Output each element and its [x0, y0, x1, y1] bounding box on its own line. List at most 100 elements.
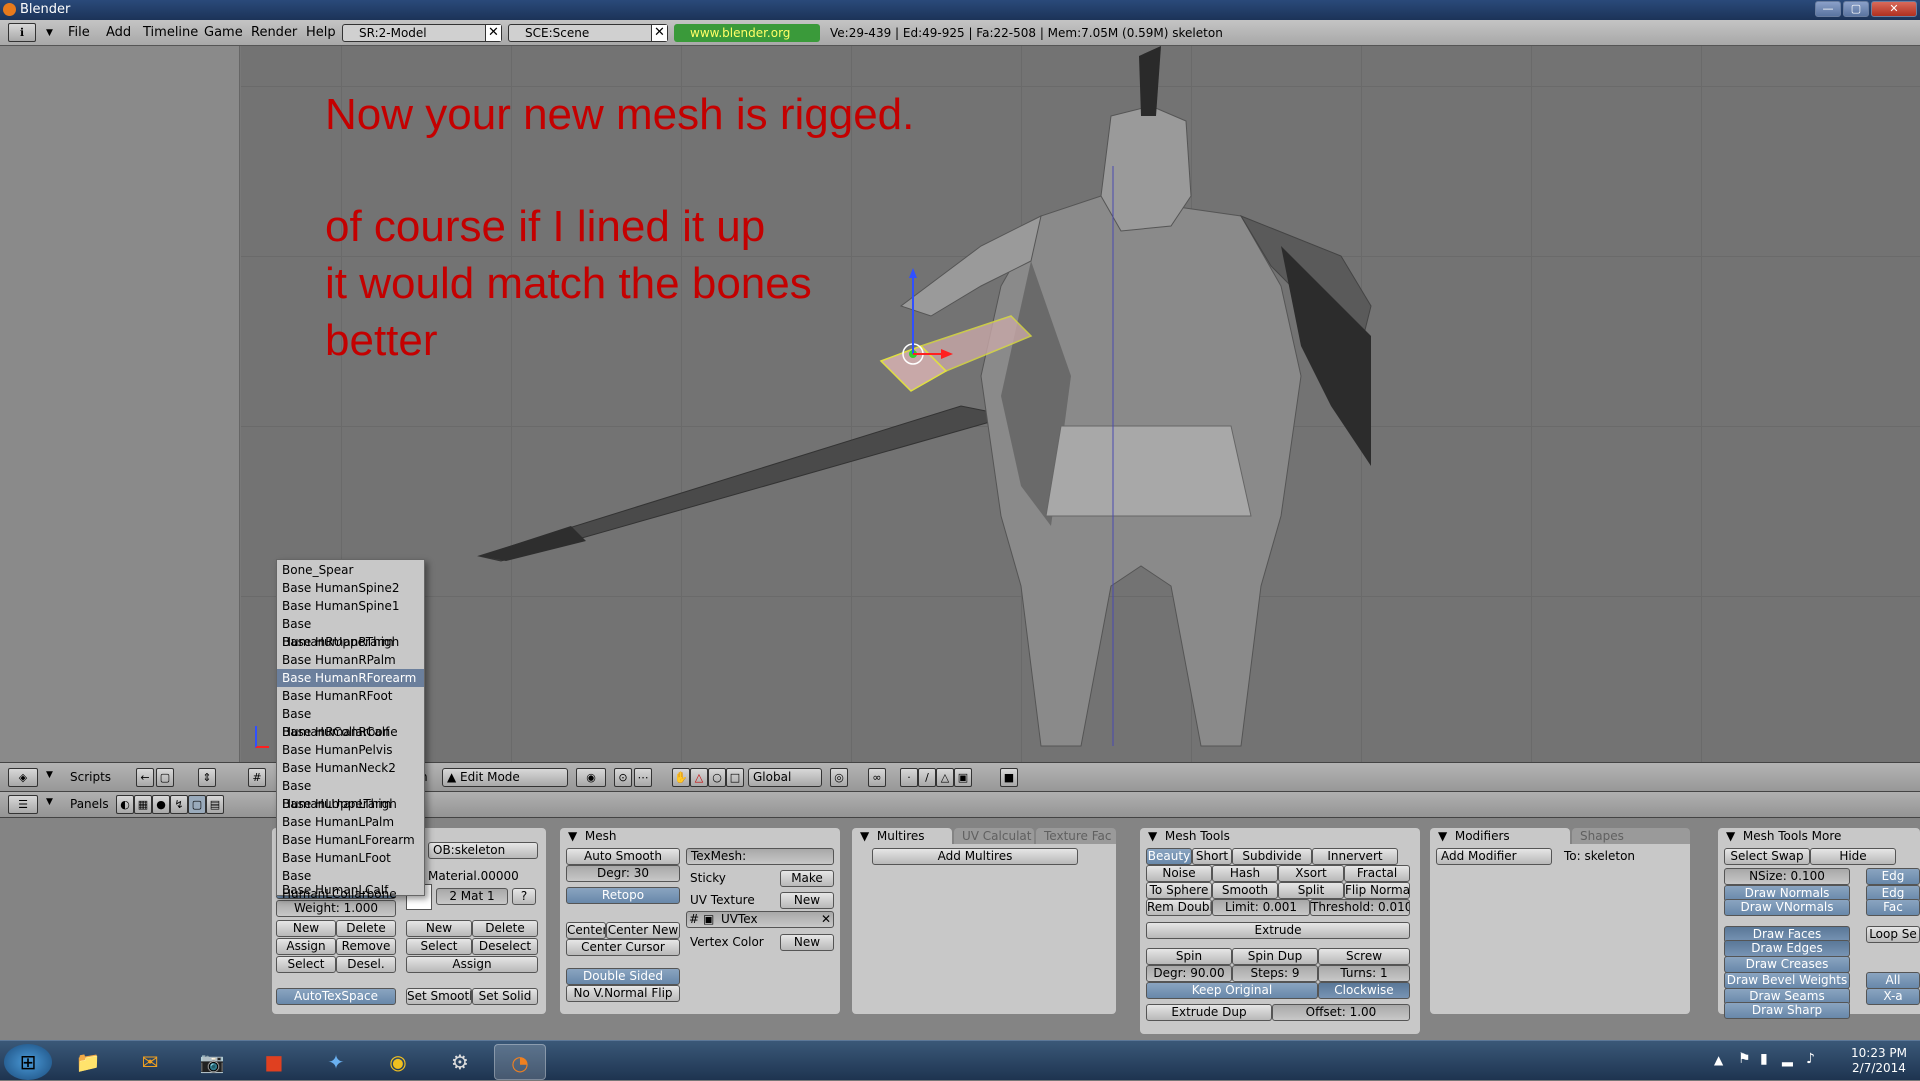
- collapse-triangle-icon[interactable]: ▼: [46, 20, 53, 46]
- window-icon[interactable]: ▢: [156, 768, 174, 787]
- dropdown-item[interactable]: Base HumanRCollarbone: [277, 705, 424, 739]
- draw-edge-length-toggle[interactable]: Edg: [1866, 868, 1920, 885]
- spin-degree-field[interactable]: Degr: 90.00: [1146, 965, 1232, 982]
- panels-menu[interactable]: Panels: [70, 797, 109, 811]
- screen-selector[interactable]: SR:2-Model ✕: [342, 24, 502, 42]
- shapes-tab[interactable]: Shapes: [1572, 828, 1690, 844]
- collapse-triangle-icon[interactable]: ▼: [46, 797, 53, 807]
- multires-tab[interactable]: ▼ Multires: [852, 828, 952, 844]
- rotate-icon[interactable]: ○: [708, 768, 726, 787]
- spin-dup-button[interactable]: Spin Dup: [1232, 948, 1318, 965]
- face-select-icon[interactable]: △: [936, 768, 954, 787]
- object-icon[interactable]: ↯: [170, 795, 188, 814]
- scale-icon[interactable]: □: [726, 768, 744, 787]
- material-index-field[interactable]: 2 Mat 1: [436, 888, 508, 905]
- menu-timeline[interactable]: Timeline: [143, 20, 198, 46]
- dropdown-item[interactable]: Base HumanSpine2: [277, 579, 424, 597]
- x-axis-mirror-toggle[interactable]: X-a: [1866, 988, 1920, 1005]
- dropdown-item[interactable]: Base HumanRThigh: [277, 633, 424, 651]
- dropdown-item[interactable]: Base HumanLUpperarm: [277, 777, 424, 811]
- dropdown-item[interactable]: Base HumanRPalm: [277, 651, 424, 669]
- file-explorer-icon[interactable]: 📁: [62, 1044, 114, 1080]
- innervert-selector[interactable]: Innervert: [1312, 848, 1398, 865]
- draw-edges-toggle[interactable]: Draw Edges: [1724, 940, 1850, 957]
- sticky-make-button[interactable]: Make: [780, 870, 834, 887]
- dropdown-item[interactable]: Base HumanLPalm: [277, 813, 424, 831]
- draw-creases-toggle[interactable]: Draw Creases: [1724, 956, 1850, 973]
- scene-selector[interactable]: SCE:Scene ✕: [508, 24, 668, 42]
- vgroup-deselect-button[interactable]: Desel.: [336, 956, 396, 973]
- screw-button[interactable]: Screw: [1318, 948, 1410, 965]
- dropdown-item[interactable]: Base HumanRCalf: [277, 723, 424, 741]
- material-assign-button[interactable]: Assign: [406, 956, 538, 973]
- mesh-tools-more-tab[interactable]: ▼ Mesh Tools More: [1718, 828, 1920, 844]
- proportional-icon[interactable]: ◎: [830, 768, 848, 787]
- dropdown-item[interactable]: Bone_Spear: [277, 561, 424, 579]
- extrude-button[interactable]: Extrude: [1146, 922, 1410, 939]
- texture-face-tab[interactable]: Texture Fac: [1036, 828, 1116, 844]
- vgroup-assign-button[interactable]: Assign: [276, 938, 336, 955]
- vgroup-delete-button[interactable]: Delete: [336, 920, 396, 937]
- render-icon[interactable]: ■: [1000, 768, 1018, 787]
- dropdown-item[interactable]: Base HumanPelvis: [277, 741, 424, 759]
- menu-game[interactable]: Game: [204, 20, 243, 46]
- hide-button[interactable]: Hide: [1810, 848, 1896, 865]
- flag-icon[interactable]: ⚑: [1738, 1051, 1751, 1067]
- logic-icon[interactable]: ◐: [116, 795, 134, 814]
- draw-vnormals-toggle[interactable]: Draw VNormals: [1724, 899, 1850, 916]
- set-solid-button[interactable]: Set Solid: [472, 988, 538, 1005]
- steps-field[interactable]: Steps: 9: [1232, 965, 1318, 982]
- dropdown-item[interactable]: Base HumanLCalf: [277, 885, 424, 896]
- dropdown-item-highlighted[interactable]: Base HumanRForearm: [277, 669, 424, 687]
- double-sided-toggle[interactable]: Double Sided: [566, 968, 680, 985]
- subdivide-button[interactable]: Subdivide: [1232, 848, 1312, 865]
- dropdown-item[interactable]: Base HumanLForearm: [277, 831, 424, 849]
- extrude-dup-button[interactable]: Extrude Dup: [1146, 1004, 1272, 1021]
- occlude-icon[interactable]: ▣: [954, 768, 972, 787]
- 3d-viewport[interactable]: Now your new mesh is rigged. of course i…: [241, 46, 1920, 762]
- start-button-icon[interactable]: ⊞: [4, 1044, 52, 1080]
- select-swap-button[interactable]: Select Swap: [1724, 848, 1810, 865]
- draw-type-icon[interactable]: ◉: [576, 768, 606, 787]
- remove-uv-icon[interactable]: ✕: [821, 912, 831, 927]
- material-new-button[interactable]: New: [406, 920, 472, 937]
- minimize-button[interactable]: —: [1815, 1, 1841, 17]
- add-multires-button[interactable]: Add Multires: [872, 848, 1078, 865]
- autotexspace-toggle[interactable]: AutoTexSpace: [276, 988, 396, 1005]
- camera-app-icon[interactable]: 📷: [186, 1044, 238, 1080]
- orientation-selector[interactable]: Global: [748, 768, 822, 787]
- menu-add[interactable]: Add: [106, 20, 131, 46]
- uvtex-layer-field[interactable]: UVTex # ▣ ✕: [686, 911, 834, 928]
- center-button[interactable]: Center: [566, 922, 606, 939]
- flip-normal-button[interactable]: Flip Normal: [1344, 882, 1410, 899]
- link-icon[interactable]: ∞: [868, 768, 886, 787]
- close-screen-icon[interactable]: ✕: [485, 25, 501, 41]
- limit-field[interactable]: Limit: 0.001: [1212, 899, 1310, 916]
- xsort-button[interactable]: Xsort: [1278, 865, 1344, 882]
- maximize-button[interactable]: ▢: [1843, 1, 1869, 17]
- outlook-icon[interactable]: ✉: [124, 1044, 176, 1080]
- arrow-left-icon[interactable]: ←: [136, 768, 154, 787]
- smooth-button[interactable]: Smooth: [1212, 882, 1278, 899]
- pivot-icon[interactable]: ⊙: [614, 768, 632, 787]
- vgroup-remove-button[interactable]: Remove: [336, 938, 396, 955]
- tray-arrow-icon[interactable]: ▲: [1714, 1053, 1723, 1067]
- smooth-degree-field[interactable]: Degr: 30: [566, 865, 680, 882]
- bird-app-icon[interactable]: ✦: [310, 1044, 362, 1080]
- uv-calculation-tab[interactable]: UV Calculat: [954, 828, 1034, 844]
- turns-field[interactable]: Turns: 1: [1318, 965, 1410, 982]
- threshold-field[interactable]: Threshold: 0.010: [1310, 899, 1410, 916]
- menu-render[interactable]: Render: [251, 20, 297, 46]
- snap-icon[interactable]: ⋯: [634, 768, 652, 787]
- help-button[interactable]: ?: [512, 888, 536, 905]
- short-toggle[interactable]: Short: [1192, 848, 1232, 865]
- script-icon[interactable]: ▦: [134, 795, 152, 814]
- network-icon[interactable]: ▂: [1782, 1051, 1793, 1067]
- noise-button[interactable]: Noise: [1146, 865, 1212, 882]
- collapse-triangle-icon[interactable]: ▼: [46, 770, 53, 780]
- center-new-button[interactable]: Center New: [606, 922, 680, 939]
- mesh-panel-tab[interactable]: ▼ Mesh: [560, 828, 840, 844]
- material-delete-button[interactable]: Delete: [472, 920, 538, 937]
- uv-texture-new-button[interactable]: New: [780, 892, 834, 909]
- updown-icon[interactable]: ⇕: [198, 768, 216, 787]
